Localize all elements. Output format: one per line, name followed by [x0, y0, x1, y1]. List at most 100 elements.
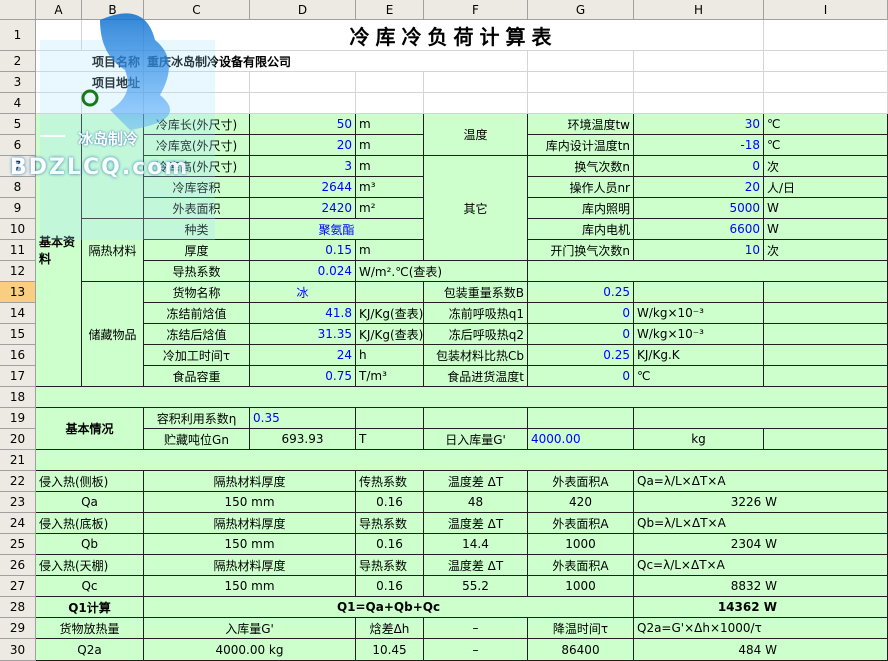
heat-c-27[interactable]: 150 mm [144, 576, 356, 597]
heat-h-26[interactable]: Qc=λ/L×ΔT×A [634, 555, 888, 576]
storage-runit-16[interactable]: KJ/Kg.K [634, 345, 764, 366]
heat-e-24[interactable]: 导热系数 [356, 513, 424, 534]
empty-cell[interactable] [144, 72, 250, 93]
right-unit-7[interactable]: 次 [764, 156, 888, 177]
heat-e-23[interactable]: 0.16 [356, 492, 424, 513]
empty-cell[interactable] [424, 72, 528, 93]
insul-type-value[interactable]: 聚氨酯 [250, 219, 424, 240]
heat-g-26[interactable]: 外表面积A [528, 555, 634, 576]
right-value-9[interactable]: 5000 [634, 198, 764, 219]
conductivity-value[interactable]: 0.024 [250, 261, 356, 282]
r30-a[interactable]: Q2a [36, 639, 144, 661]
left-unit-6[interactable]: m [356, 135, 424, 156]
r29-g[interactable]: 降温时间τ [528, 618, 634, 639]
empty-cell[interactable] [144, 93, 250, 114]
right-label-10[interactable]: 库内电机 [528, 219, 634, 240]
right-label-7[interactable]: 换气次数n [528, 156, 634, 177]
heat-g-27[interactable]: 1000 [528, 576, 634, 597]
storage-rlabel-15[interactable]: 冻后呼吸热q2 [424, 324, 528, 345]
empty-cell[interactable] [764, 429, 888, 450]
heat-c-25[interactable]: 150 mm [144, 534, 356, 555]
left-unit-7[interactable]: m [356, 156, 424, 177]
conductivity-unit[interactable]: W/m².℃(查表) [356, 261, 528, 282]
row-header-23[interactable]: 23 [0, 492, 36, 513]
empty-cell[interactable] [528, 72, 634, 93]
row-header-30[interactable]: 30 [0, 639, 36, 661]
row-header-2[interactable]: 2 [0, 51, 36, 72]
empty-cell[interactable] [528, 408, 634, 429]
r30-c[interactable]: 4000.00 kg [144, 639, 356, 661]
row-header-10[interactable]: 10 [0, 219, 36, 240]
heat-g-22[interactable]: 外表面积A [528, 471, 634, 492]
storage-label-16[interactable]: 冷加工时间τ [144, 345, 250, 366]
left-value-8[interactable]: 2644 [250, 177, 356, 198]
spacer-row-18[interactable] [36, 387, 888, 408]
empty-cell[interactable] [764, 366, 888, 387]
column-header-d[interactable]: D [250, 0, 356, 20]
storage-rlabel-14[interactable]: 冻前呼吸热q1 [424, 303, 528, 324]
heat-a-24[interactable]: 侵入热(底板) [36, 513, 144, 534]
storage-rlabel-16[interactable]: 包装材料比热Cb [424, 345, 528, 366]
storage-unit-14[interactable]: KJ/Kg(查表) [356, 303, 424, 324]
storage-value-15[interactable]: 31.35 [250, 324, 356, 345]
empty-cell[interactable] [764, 345, 888, 366]
r29-c[interactable]: 入库量G' [144, 618, 356, 639]
heat-e-22[interactable]: 传热系数 [356, 471, 424, 492]
tonnage-value[interactable]: 693.93 [250, 429, 356, 450]
heat-f-27[interactable]: 55.2 [424, 576, 528, 597]
left-value-9[interactable]: 2420 [250, 198, 356, 219]
column-header-i[interactable]: I [764, 0, 888, 20]
left-label-5[interactable]: 冷库长(外尺寸) [144, 114, 250, 135]
spreadsheet[interactable]: A B C D E F G H I 1 2 3 4 5 6 7 8 9 10 11 12 13 14 15 16 17 18 19 20… [0, 0, 888, 661]
storage-label-15[interactable]: 冻结后焓值 [144, 324, 250, 345]
tonnage-label[interactable]: 贮藏吨位Gn [144, 429, 250, 450]
empty-cell[interactable] [528, 93, 634, 114]
insul-thickness-value[interactable]: 0.15 [250, 240, 356, 261]
heat-h-27[interactable]: 8832 W [634, 576, 888, 597]
heat-e-26[interactable]: 导热系数 [356, 555, 424, 576]
empty-cell[interactable] [764, 51, 888, 72]
right-unit-10[interactable]: W [764, 219, 888, 240]
column-header-g[interactable]: G [528, 0, 634, 20]
daily-intake-value[interactable]: 4000.00 [528, 429, 634, 450]
right-value-6[interactable]: -18 [634, 135, 764, 156]
storage-label-14[interactable]: 冻结前焓值 [144, 303, 250, 324]
row-header-18[interactable]: 18 [0, 387, 36, 408]
row-header-9[interactable]: 9 [0, 198, 36, 219]
row-header-20[interactable]: 20 [0, 429, 36, 450]
insul-thickness-label[interactable]: 厚度 [144, 240, 250, 261]
project-name-label[interactable]: 项目名称 [36, 51, 144, 72]
empty-cell[interactable] [634, 51, 764, 72]
insul-type-label[interactable]: 种类 [144, 219, 250, 240]
storage-rvalue-16[interactable]: 0.25 [528, 345, 634, 366]
right-value-7[interactable]: 0 [634, 156, 764, 177]
storage-runit-14[interactable]: W/kg×10⁻³ [634, 303, 764, 324]
right-label-8[interactable]: 操作人员nr [528, 177, 634, 198]
storage-unit-15[interactable]: KJ/Kg(查表) [356, 324, 424, 345]
row-header-12[interactable]: 12 [0, 261, 36, 282]
r30-e[interactable]: 10.45 [356, 639, 424, 661]
heat-c-24[interactable]: 隔热材料厚度 [144, 513, 356, 534]
empty-cell[interactable] [528, 261, 888, 282]
left-unit-8[interactable]: m³ [356, 177, 424, 198]
right-value-10[interactable]: 6600 [634, 219, 764, 240]
left-value-7[interactable]: 3 [250, 156, 356, 177]
column-header-f[interactable]: F [424, 0, 528, 20]
row-header-21[interactable]: 21 [0, 450, 36, 471]
row-header-27[interactable]: 27 [0, 576, 36, 597]
storage-value-16[interactable]: 24 [250, 345, 356, 366]
row-header-15[interactable]: 15 [0, 324, 36, 345]
heat-a-23[interactable]: Qa [36, 492, 144, 513]
r29-e[interactable]: 焓差Δh [356, 618, 424, 639]
storage-value-14[interactable]: 41.8 [250, 303, 356, 324]
left-value-6[interactable]: 20 [250, 135, 356, 156]
heat-g-23[interactable]: 420 [528, 492, 634, 513]
row-header-4[interactable]: 4 [0, 93, 36, 114]
storage-unit-16[interactable]: h [356, 345, 424, 366]
empty-cell[interactable] [36, 93, 82, 114]
empty-cell[interactable] [764, 282, 888, 303]
row-header-22[interactable]: 22 [0, 471, 36, 492]
empty-cell[interactable] [528, 51, 634, 72]
basic-info-label[interactable]: 基本情况 [36, 408, 144, 450]
heat-f-25[interactable]: 14.4 [424, 534, 528, 555]
